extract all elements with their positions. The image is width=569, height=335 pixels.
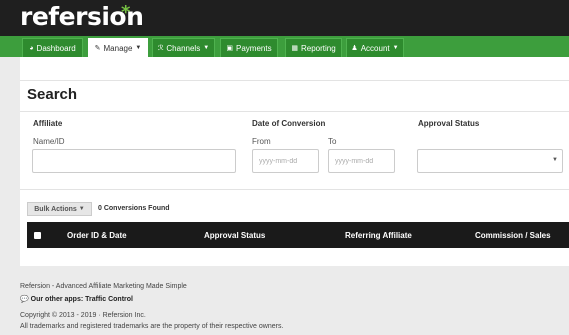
chart-icon: ▦: [291, 45, 298, 52]
nav-manage[interactable]: ✎ Manage ▼: [88, 38, 148, 57]
footer-trademark: All trademarks and registered trademarks…: [20, 323, 284, 330]
nav-account-label: Account: [360, 43, 390, 53]
column-approval-status[interactable]: Approval Status: [204, 231, 265, 240]
to-label: To: [328, 137, 337, 146]
approval-status-select[interactable]: ▼: [417, 149, 563, 173]
nav-account[interactable]: ♟ Account ▼: [346, 38, 404, 57]
table-header: Order ID & Date Approval Status Referrin…: [27, 222, 569, 248]
column-referring-affiliate[interactable]: Referring Affiliate: [345, 231, 412, 240]
to-date-input[interactable]: [328, 149, 395, 173]
search-title: Search: [27, 86, 78, 103]
name-id-input[interactable]: [32, 149, 236, 173]
nav-payments-label: Payments: [236, 43, 272, 53]
nav-channels-label: Channels: [166, 43, 201, 53]
divider: [20, 111, 569, 112]
nav-manage-label: Manage: [103, 43, 133, 53]
conversions-found-text: 0 Conversions Found: [98, 205, 170, 212]
bulk-actions-button[interactable]: Bulk Actions ▼: [27, 202, 92, 216]
footer-tagline: Refersion - Advanced Affiliate Marketing…: [20, 283, 187, 290]
caret-down-icon: ▼: [392, 45, 399, 51]
nav-reporting-label: Reporting: [300, 43, 336, 53]
traffic-control-link[interactable]: Traffic Control: [85, 296, 133, 303]
caret-down-icon: ▼: [203, 45, 210, 51]
other-apps-label: Our other apps:: [30, 296, 84, 303]
nav-dashboard[interactable]: ◕ Dashboard: [22, 38, 83, 57]
logo-asterisk-icon: *: [121, 2, 131, 23]
edit-icon: ✎: [94, 45, 101, 52]
bulk-actions-label: Bulk Actions: [34, 205, 77, 213]
rss-icon: ℛ: [157, 45, 164, 52]
date-of-conversion-label: Date of Conversion: [252, 119, 326, 128]
nav-reporting[interactable]: ▦ Reporting: [285, 38, 342, 57]
approval-status-label: Approval Status: [418, 119, 480, 128]
nav-payments[interactable]: ▣ Payments: [220, 38, 278, 57]
footer-other-apps: 💬 Our other apps: Traffic Control: [20, 295, 133, 303]
column-order-id-date[interactable]: Order ID & Date: [67, 231, 127, 240]
name-id-label: Name/ID: [33, 137, 65, 146]
from-label: From: [252, 137, 271, 146]
caret-down-icon: ▼: [135, 45, 142, 51]
footer-copyright: Copyright © 2013 - 2019 · Refersion Inc.: [20, 312, 146, 319]
from-date-input[interactable]: [252, 149, 319, 173]
dashboard-icon: ◕: [29, 44, 34, 52]
column-commission-sales[interactable]: Commission / Sales: [475, 231, 551, 240]
nav-channels[interactable]: ℛ Channels ▼: [152, 38, 215, 57]
nav-dashboard-label: Dashboard: [36, 43, 76, 53]
money-icon: ▣: [226, 45, 234, 52]
comment-icon: 💬: [20, 296, 29, 303]
search-panel: [20, 80, 569, 190]
chevron-down-icon: ▼: [552, 157, 558, 163]
affiliate-label: Affiliate: [33, 119, 63, 128]
select-all-checkbox[interactable]: [34, 232, 41, 239]
caret-down-icon: ▼: [78, 206, 85, 212]
user-icon: ♟: [351, 45, 358, 52]
